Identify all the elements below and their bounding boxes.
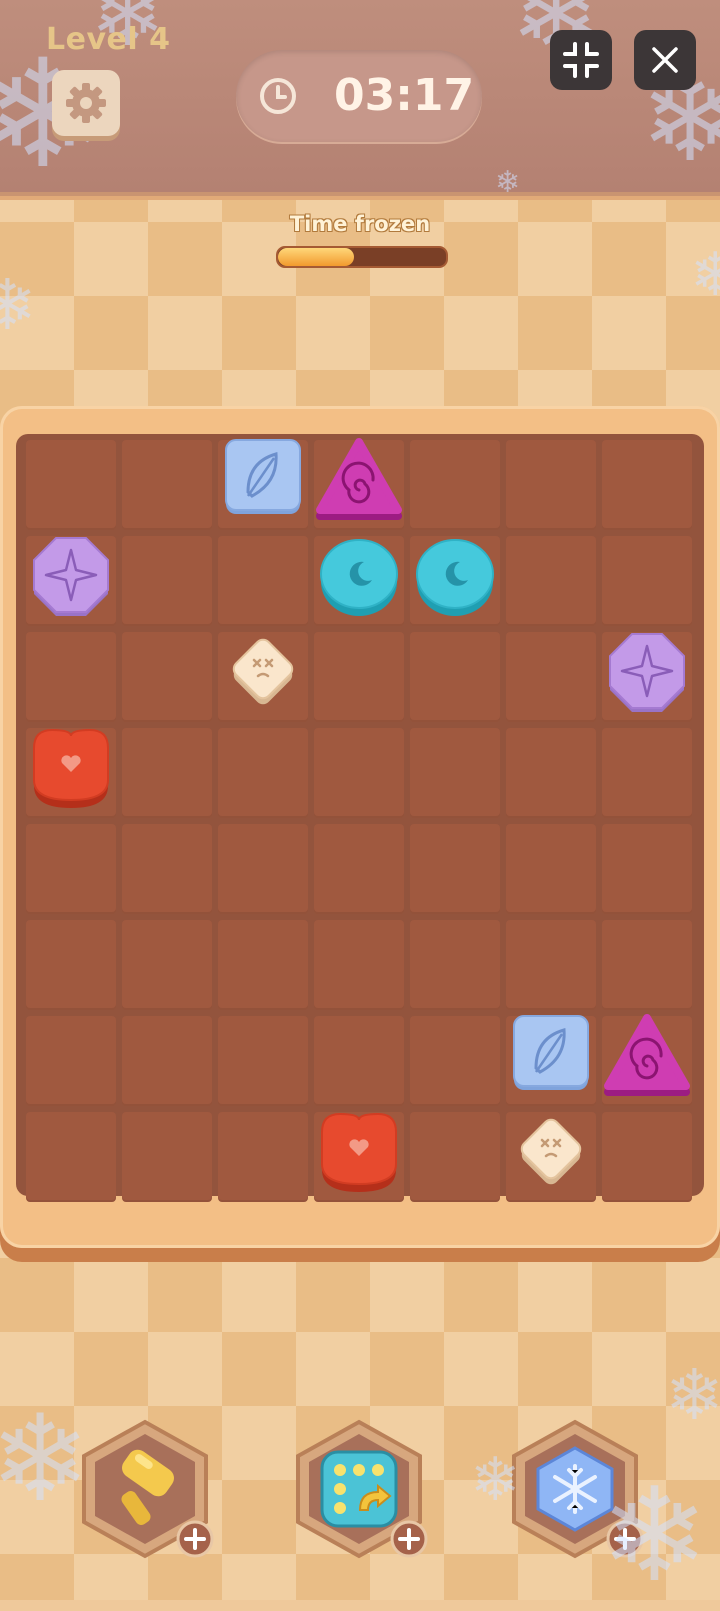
hammer-icon [121,1449,174,1525]
hammer-booster-button[interactable] [74,1418,216,1560]
feather-tile-icon[interactable] [506,1012,596,1102]
board-cell[interactable] [410,1016,500,1106]
compass-tile-icon[interactable] [602,628,692,718]
board-cell[interactable] [26,920,116,1010]
board-cell[interactable] [314,728,404,818]
heart-tile-icon[interactable] [314,1108,404,1198]
minimize-button[interactable] [550,30,612,90]
board-cell[interactable] [602,920,692,1010]
board-cell[interactable] [122,1016,212,1106]
snowflake-decoration-icon: ❄ [495,165,521,200]
board-cell[interactable] [314,824,404,914]
snowflake-decoration-icon: ❄ [0,1390,91,1529]
collapse-icon [563,42,599,78]
settings-button[interactable] [52,70,120,136]
close-icon [652,47,678,73]
board-cell[interactable] [410,1112,500,1202]
board-cell[interactable] [602,1112,692,1202]
board-cell[interactable] [314,632,404,722]
board-cell[interactable] [122,1112,212,1202]
snowflake-decoration-icon: ❄ [665,1354,720,1436]
board-cell[interactable] [26,824,116,914]
board-cell[interactable] [314,1016,404,1106]
board-cell[interactable] [26,440,116,530]
spiral-tile-icon[interactable] [314,436,404,526]
board-cell[interactable] [26,1016,116,1106]
freeze-label: Time frozen [289,212,431,236]
game-board [16,434,704,1202]
board-cell[interactable] [602,728,692,818]
freeze-progress-bar [276,246,448,268]
diamond-tile-icon[interactable] [506,1108,596,1198]
board-cell[interactable] [218,824,308,914]
shuffle-booster-button[interactable] [288,1418,430,1560]
board-cell[interactable] [506,440,596,530]
board-cell[interactable] [122,536,212,626]
moon-tile-icon[interactable] [314,532,404,622]
snowflake-decoration-icon: ❄ [0,264,37,346]
board-cell[interactable] [26,632,116,722]
board-cell[interactable] [122,728,212,818]
board-cell[interactable] [410,920,500,1010]
feather-tile-icon[interactable] [218,436,308,526]
compass-tile-icon[interactable] [26,532,116,622]
moon-tile-icon[interactable] [410,532,500,622]
board-cell[interactable] [602,824,692,914]
board-cell[interactable] [218,1112,308,1202]
board-cell[interactable] [122,920,212,1010]
board-cell[interactable] [410,824,500,914]
board-cell[interactable] [26,1112,116,1202]
board-cell[interactable] [410,728,500,818]
plus-icon[interactable] [390,1520,428,1558]
board-cell[interactable] [602,440,692,530]
snowflake-decoration-icon: ❄ [690,240,720,310]
diamond-tile-icon[interactable] [218,628,308,718]
board-cell[interactable] [314,920,404,1010]
board-cell[interactable] [218,536,308,626]
board-cell[interactable] [506,632,596,722]
heart-tile-icon[interactable] [26,724,116,814]
level-label: Level 4 [46,22,171,57]
board-cell[interactable] [410,632,500,722]
board-cell[interactable] [218,920,308,1010]
clock-icon [260,78,296,114]
board-cell[interactable] [122,632,212,722]
freeze-progress-fill [278,248,354,266]
board-cell[interactable] [410,440,500,530]
board-cell[interactable] [122,440,212,530]
snowflake-decoration-icon: ❄ [600,1459,709,1611]
plus-icon[interactable] [176,1520,214,1558]
gear-icon [66,83,106,123]
board-cell[interactable] [506,920,596,1010]
board-cell[interactable] [218,1016,308,1106]
close-button[interactable] [634,30,696,90]
spiral-tile-icon[interactable] [602,1012,692,1102]
board-cell[interactable] [506,728,596,818]
snowflake-decoration-icon: ❄ [470,1445,521,1515]
board-cell[interactable] [602,536,692,626]
timer-value: 03:17 [334,70,475,121]
board-cell[interactable] [122,824,212,914]
board-cell[interactable] [506,536,596,626]
board-cell[interactable] [218,728,308,818]
board-cell[interactable] [506,824,596,914]
